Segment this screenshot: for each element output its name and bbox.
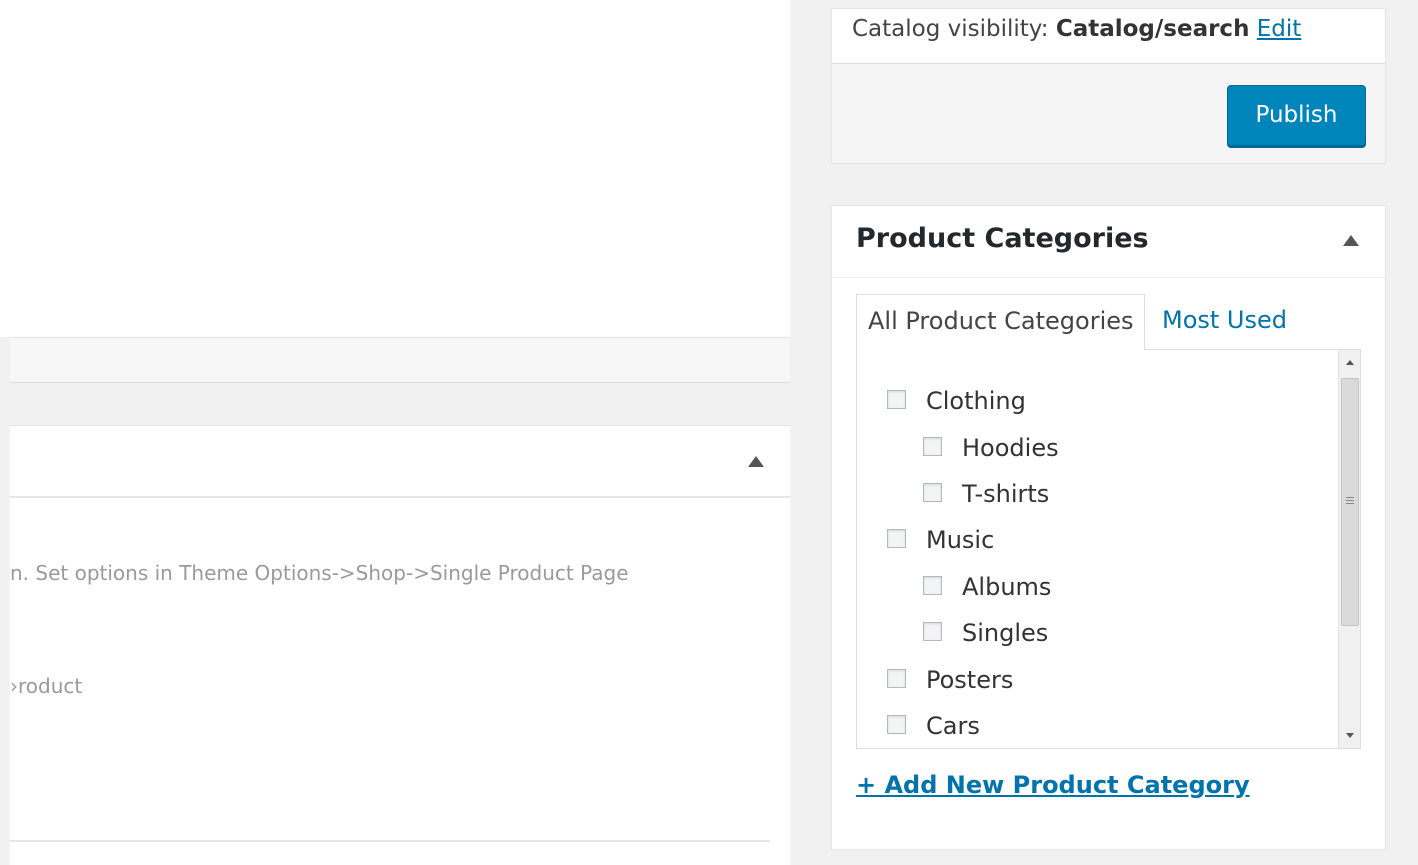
add-new-product-category-link[interactable]: + Add New Product Category bbox=[856, 771, 1250, 799]
checkbox-icon[interactable] bbox=[923, 482, 942, 502]
grip-line bbox=[1346, 500, 1354, 501]
product-options-metabox: n. Set options in Theme Options->Shop->S… bbox=[10, 425, 790, 865]
product-categories-title: Product Categories bbox=[856, 223, 1149, 254]
checkbox-icon[interactable] bbox=[923, 575, 942, 595]
product-categories-header[interactable]: Product Categories bbox=[832, 206, 1385, 278]
divider bbox=[10, 840, 770, 842]
category-item-music[interactable]: Music bbox=[887, 525, 994, 555]
scrollbar-down-icon[interactable] bbox=[1346, 733, 1354, 738]
category-item-t-shirts[interactable]: T-shirts bbox=[923, 479, 1049, 509]
category-item-clothing[interactable]: Clothing bbox=[887, 386, 1026, 416]
main-column: n. Set options in Theme Options->Shop->S… bbox=[0, 0, 790, 865]
catalog-visibility-value: Catalog/search bbox=[1055, 16, 1250, 42]
checklist-scrollbar[interactable] bbox=[1338, 350, 1360, 748]
tab-most-used[interactable]: Most Used bbox=[1162, 294, 1287, 350]
tab-all-product-categories[interactable]: All Product Categories bbox=[856, 294, 1145, 350]
checkbox-icon[interactable] bbox=[887, 528, 906, 548]
theme-options-note: n. Set options in Theme Options->Shop->S… bbox=[10, 561, 629, 585]
category-label: Singles bbox=[962, 619, 1049, 647]
category-item-posters[interactable]: Posters bbox=[887, 665, 1013, 695]
metabox-header[interactable] bbox=[10, 426, 790, 498]
catalog-visibility-row: Catalog visibility: Catalog/search Edit bbox=[832, 9, 1385, 64]
scrollbar-up-icon[interactable] bbox=[1346, 360, 1354, 365]
category-item-cars[interactable]: Cars bbox=[887, 711, 980, 741]
catalog-visibility-edit-link[interactable]: Edit bbox=[1257, 16, 1302, 42]
catalog-visibility-label: Catalog visibility: bbox=[852, 16, 1049, 42]
category-label: Cars bbox=[926, 712, 980, 740]
category-item-hoodies[interactable]: Hoodies bbox=[923, 433, 1059, 463]
checkbox-icon[interactable] bbox=[923, 621, 942, 641]
publish-button[interactable]: Publish bbox=[1227, 85, 1366, 146]
category-label: Hoodies bbox=[962, 434, 1059, 462]
category-tabs: All Product Categories Most Used bbox=[856, 294, 1361, 350]
grip-line bbox=[1346, 503, 1354, 504]
collapse-arrow-icon[interactable] bbox=[1343, 235, 1359, 246]
editor-statusbar bbox=[10, 337, 790, 383]
category-item-albums[interactable]: Albums bbox=[923, 572, 1051, 602]
product-categories-box: Product Categories All Product Categorie… bbox=[831, 205, 1386, 850]
category-item-singles[interactable]: Singles bbox=[923, 618, 1048, 648]
grip-line bbox=[1346, 497, 1354, 498]
checkbox-icon[interactable] bbox=[887, 714, 906, 734]
collapse-arrow-icon[interactable] bbox=[748, 456, 764, 467]
category-label: Clothing bbox=[926, 387, 1026, 415]
publish-actions: Publish bbox=[832, 63, 1385, 163]
checkbox-icon[interactable] bbox=[923, 436, 942, 456]
category-label: T-shirts bbox=[962, 480, 1050, 508]
editor-area[interactable] bbox=[0, 0, 790, 337]
category-label: Albums bbox=[962, 573, 1052, 601]
category-checklist[interactable]: Clothing Hoodies T-shirts Music Albums S… bbox=[856, 349, 1361, 749]
publish-box: Catalog visibility: Catalog/search Edit … bbox=[831, 8, 1386, 164]
category-label: Music bbox=[926, 526, 995, 554]
checkbox-icon[interactable] bbox=[887, 668, 906, 688]
product-note: ›roduct bbox=[10, 674, 83, 698]
scrollbar-thumb[interactable] bbox=[1341, 378, 1359, 626]
checkbox-icon[interactable] bbox=[887, 389, 906, 409]
category-label: Posters bbox=[926, 666, 1014, 694]
